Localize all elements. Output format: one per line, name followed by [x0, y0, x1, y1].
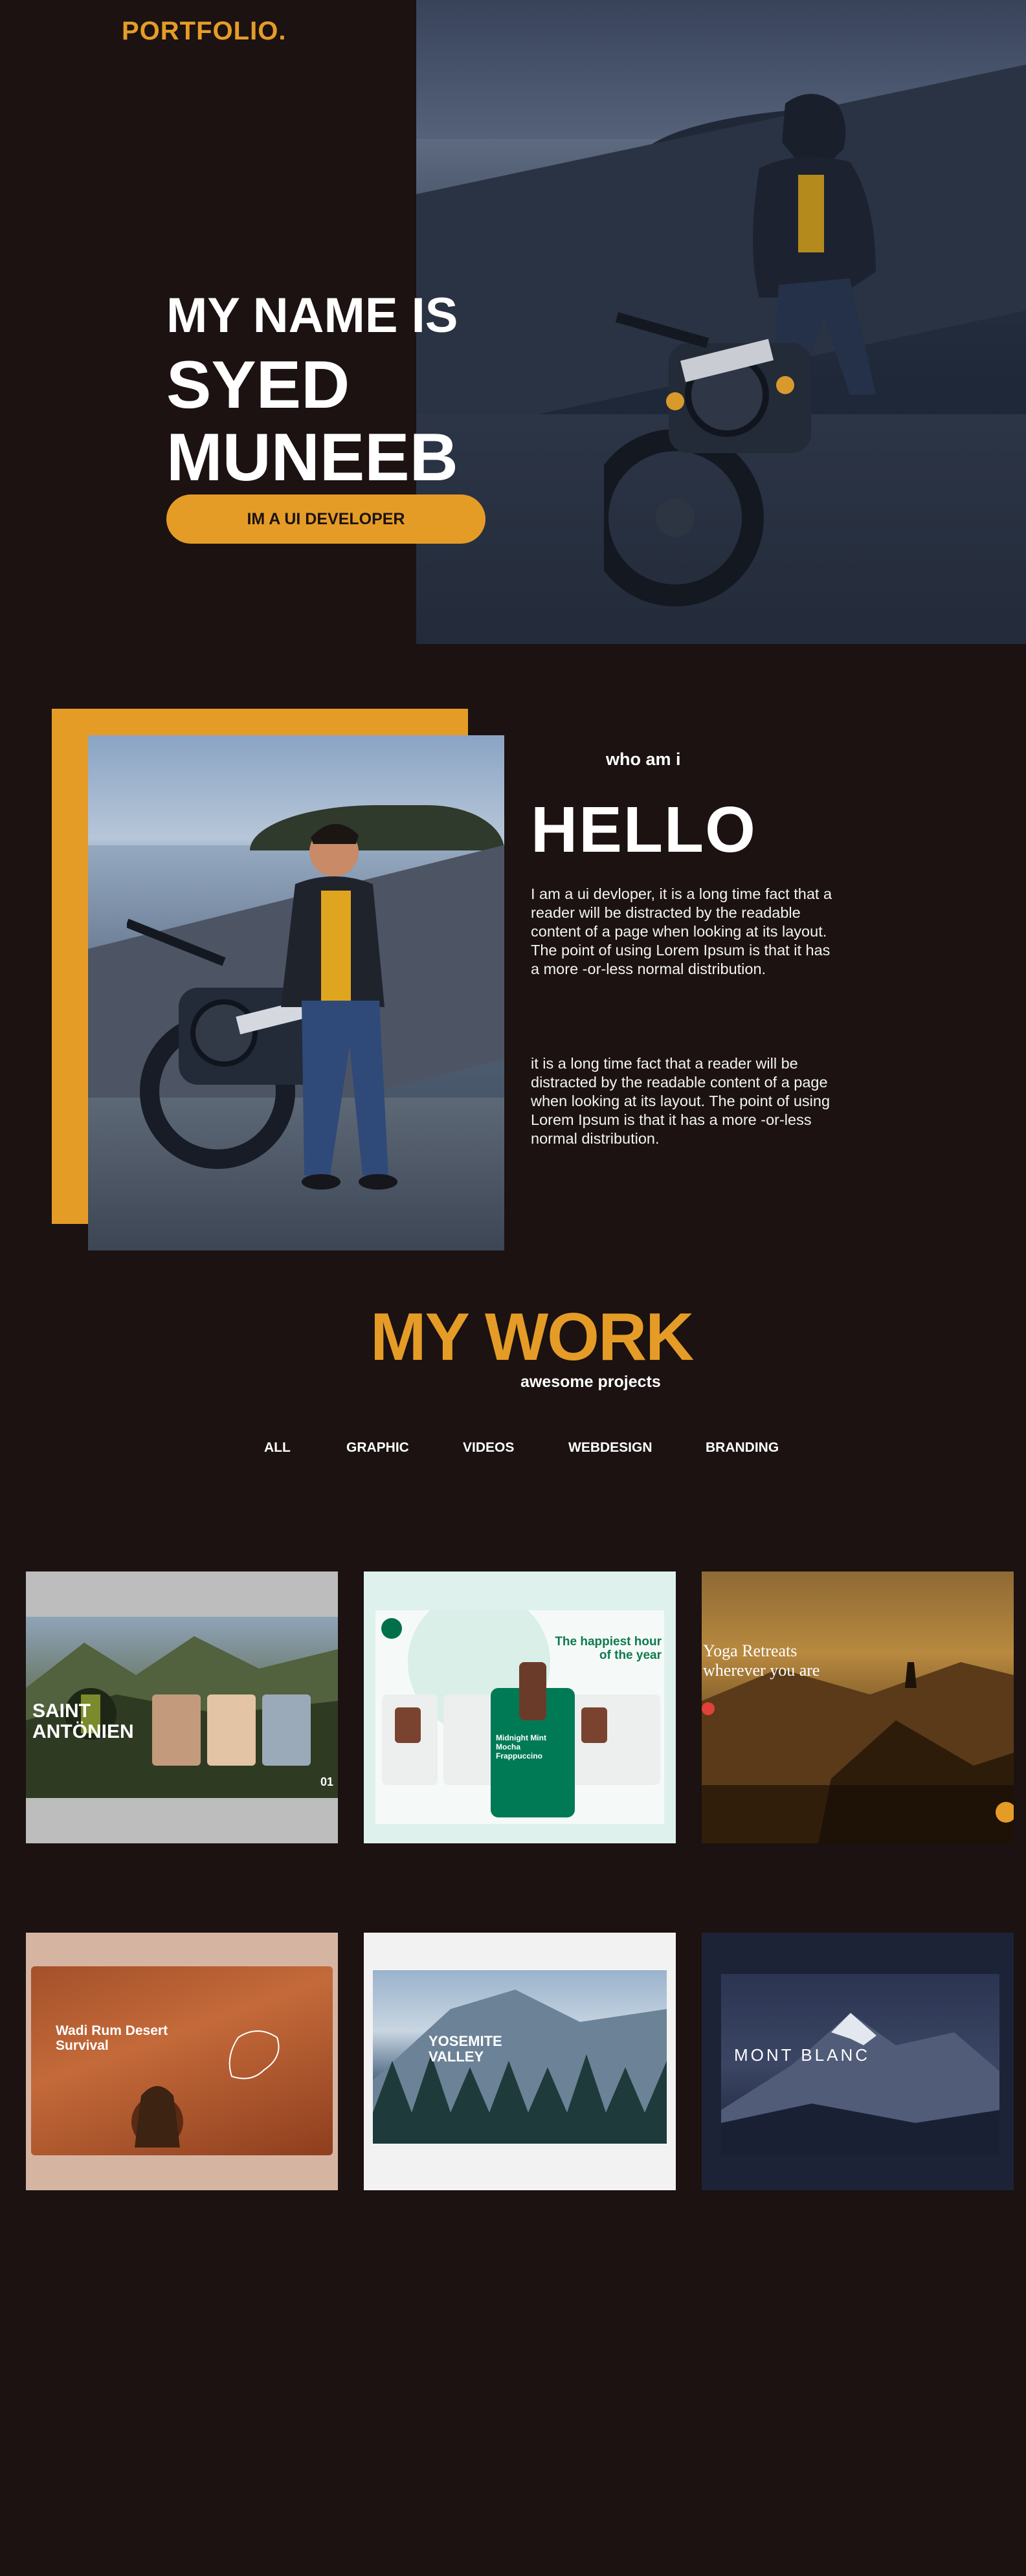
about-title: HELLO: [531, 794, 757, 866]
project-card[interactable]: Yoga Retreats wherever you are: [702, 1571, 1014, 1843]
filter-webdesign[interactable]: WEBDESIGN: [568, 1440, 652, 1456]
filter-bar: ALL GRAPHIC VIDEOS WEBDESIGN BRANDING: [0, 1440, 1026, 1460]
filter-graphic[interactable]: GRAPHIC: [346, 1440, 409, 1456]
project-title: YOSEMITE VALLEY: [429, 2033, 502, 2065]
project-index: 01: [320, 1775, 334, 1788]
filter-all[interactable]: ALL: [264, 1440, 291, 1456]
project-card[interactable]: SAINT ANTÖNIEN 01: [26, 1571, 338, 1843]
hero-line-1: MY NAME IS: [166, 288, 458, 343]
work-subtitle: awesome projects: [520, 1373, 661, 1391]
filter-branding[interactable]: BRANDING: [706, 1440, 779, 1456]
hero-line-2: SYED: [166, 348, 350, 423]
hero-line-3: MUNEEB: [166, 420, 458, 495]
project-card[interactable]: MONT BLANC: [702, 1933, 1014, 2190]
project-title: The happiest hour of the year: [555, 1635, 662, 1662]
work-title: MY WORK: [370, 1300, 694, 1375]
about-kicker: who am i: [606, 749, 681, 769]
about-photo: [88, 735, 504, 1250]
project-card[interactable]: Wadi Rum Desert Survival: [26, 1933, 338, 2190]
developer-cta-button[interactable]: IM A UI DEVELOPER: [166, 494, 485, 544]
about-paragraph-2: it is a long time fact that a reader wil…: [531, 1055, 831, 1147]
project-title: SAINT ANTÖNIEN: [32, 1700, 134, 1742]
project-title: Yoga Retreats wherever you are: [703, 1641, 820, 1680]
about-paragraph-1: I am a ui devloper, it is a long time fa…: [531, 885, 832, 977]
filter-videos[interactable]: VIDEOS: [463, 1440, 514, 1456]
project-title: Wadi Rum Desert Survival: [56, 2023, 168, 2053]
hero-photo: [416, 0, 1026, 644]
logo[interactable]: PORTFOLIO.: [122, 17, 286, 46]
project-product: Midnight Mint Mocha Frappuccino: [496, 1733, 546, 1760]
project-card[interactable]: The happiest hour of the year Midnight M…: [364, 1571, 676, 1843]
project-card[interactable]: YOSEMITE VALLEY: [364, 1933, 676, 2190]
project-title: MONT BLANC: [734, 2045, 870, 2065]
